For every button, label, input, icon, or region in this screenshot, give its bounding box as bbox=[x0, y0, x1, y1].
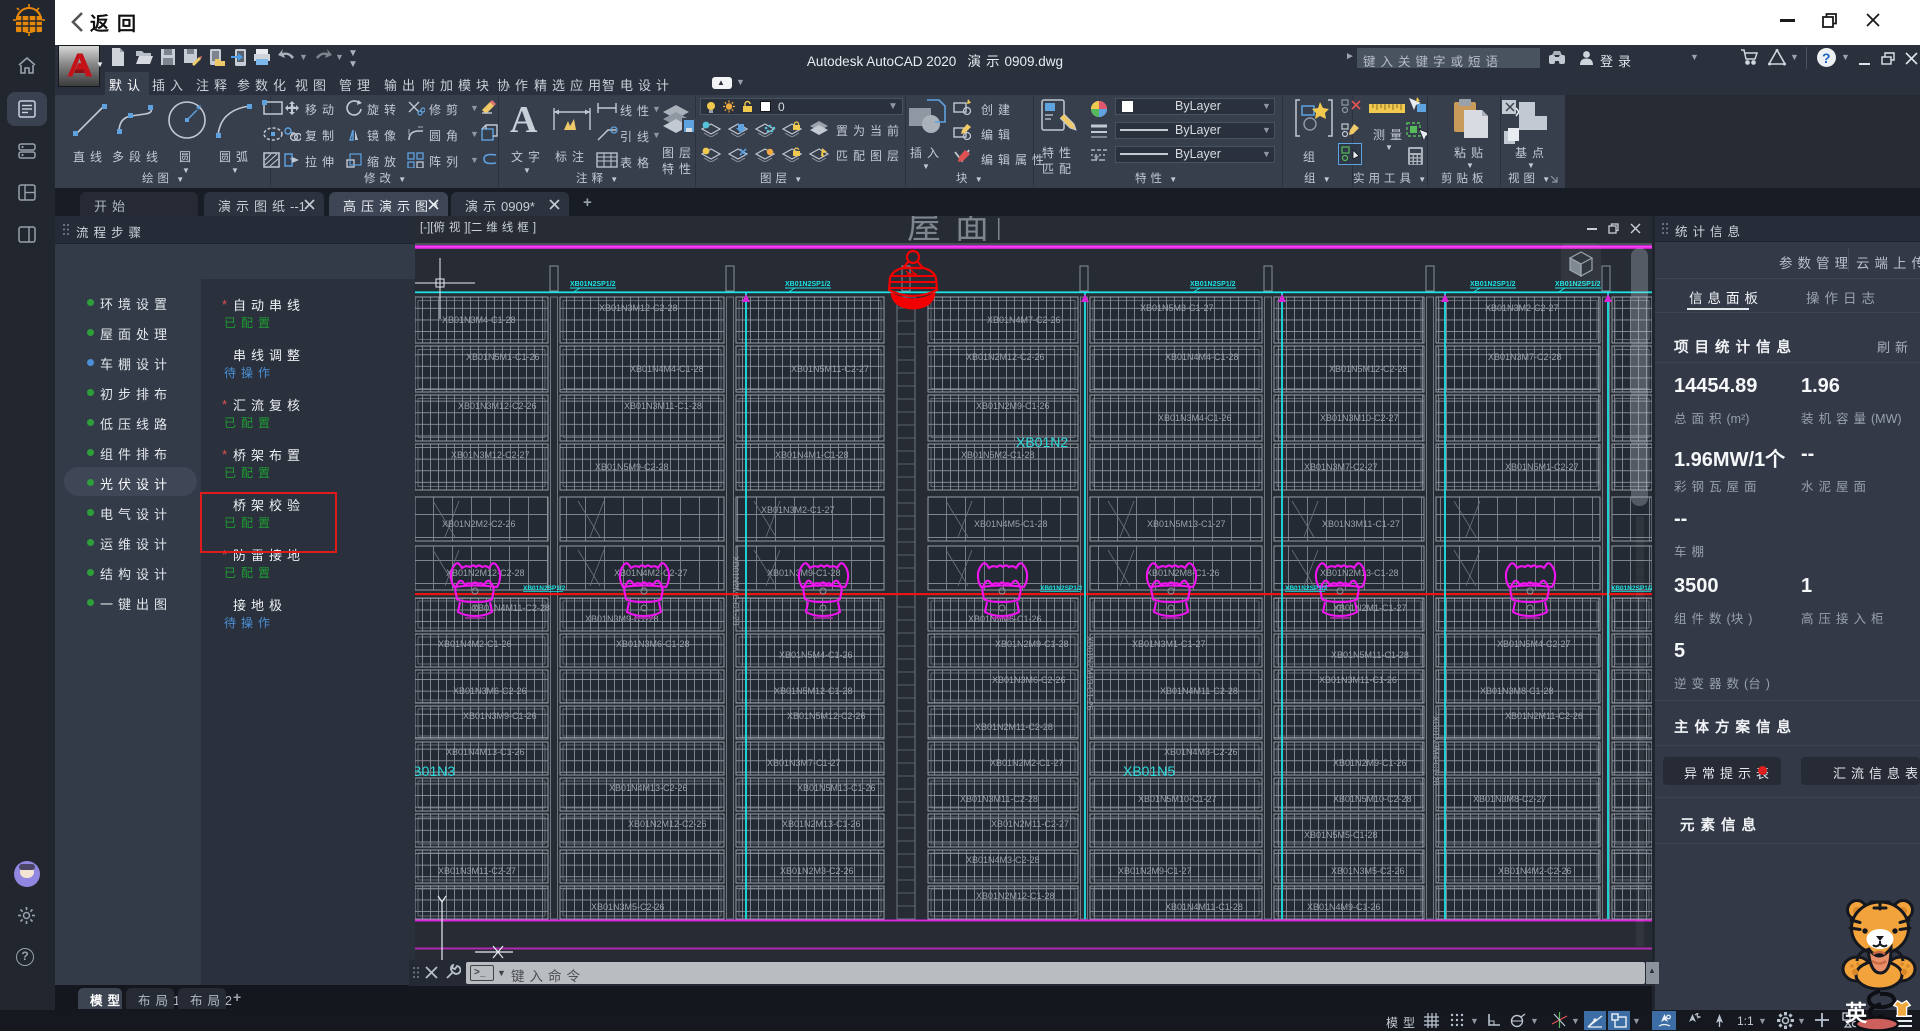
svg-text:XB01N3M9-C1-28: XB01N3M9-C1-28 bbox=[767, 568, 841, 578]
svg-text:屋面: 屋面 bbox=[907, 216, 1003, 246]
svg-text:XB01N4M11-C2-28: XB01N4M11-C2-28 bbox=[472, 603, 550, 613]
svg-text:XB01N2M12-C2-26: XB01N2M12-C2-26 bbox=[628, 819, 707, 829]
svg-text:XB01N5M11-C1-28: XB01N5M11-C1-28 bbox=[1331, 650, 1409, 660]
svg-text:XB01N3: XB01N3 bbox=[415, 763, 455, 779]
svg-text:XB01N3M6-C2-26: XB01N3M6-C2-26 bbox=[992, 675, 1066, 685]
svg-text:XB01N5: XB01N5 bbox=[1123, 763, 1175, 779]
svg-text:XB01N4M7-C2-26: XB01N4M7-C2-26 bbox=[987, 315, 1061, 325]
svg-text:XB01N4M2-C2-26: XB01N4M2-C2-26 bbox=[1498, 866, 1572, 876]
svg-text:XB01N5M1-C1-26: XB01N5M1-C1-26 bbox=[466, 352, 540, 362]
svg-text:XB01N2M12-C2-26: XB01N2M12-C2-26 bbox=[966, 352, 1045, 362]
svg-text:XB01N4M5-C1-28: XB01N4M5-C1-28 bbox=[974, 519, 1048, 529]
svg-text:XB01N5M12-C1-28: XB01N5M12-C1-28 bbox=[774, 686, 853, 696]
svg-text:XB01N4M2-C1-26: XB01N4M2-C1-26 bbox=[438, 639, 512, 649]
svg-text:XB01N3M11-C1-27: XB01N3M11-C1-27 bbox=[1322, 519, 1400, 529]
svg-text:XB01N3M4-C1-26: XB01N3M4-C1-26 bbox=[1158, 413, 1232, 423]
svg-text:XB01N2M11-C2-27: XB01N2M11-C2-27 bbox=[991, 819, 1069, 829]
svg-text:XB01N5M13-C1-26: XB01N5M13-C1-26 bbox=[797, 783, 876, 793]
svg-text:XB01N2SP1/2: XB01N2SP1/2 bbox=[1285, 585, 1328, 592]
svg-text:XB01N3M11-C2-27: XB01N3M11-C2-27 bbox=[438, 866, 516, 876]
svg-text:XB01N2M9-C1-28: XB01N2M9-C1-28 bbox=[995, 639, 1069, 649]
svg-text:XB01N2SP1/2: XB01N2SP1/2 bbox=[523, 585, 566, 592]
svg-text:XB01N4M4-C1-28: XB01N4M4-C1-28 bbox=[1165, 352, 1239, 362]
svg-text:XB01N3M5-C2-26: XB01N3M5-C2-26 bbox=[1331, 866, 1405, 876]
svg-text:XB01N2M9-C1-26: XB01N2M9-C1-26 bbox=[1333, 758, 1407, 768]
svg-text:XB01N4M11-C2-28: XB01N4M11-C2-28 bbox=[1160, 686, 1238, 696]
svg-text:XB01N3M12-C2-26: XB01N3M12-C2-26 bbox=[458, 401, 537, 411]
svg-text:XB01N3M6-C1-28: XB01N3M6-C1-28 bbox=[616, 639, 690, 649]
svg-text:XB01N5M10-C2-28: XB01N5M10-C2-28 bbox=[1333, 794, 1412, 804]
svg-text:XB01N3M4-C1-28: XB01N3M4-C1-28 bbox=[442, 315, 516, 325]
svg-text:XB01N2M12-C2-28: XB01N2M12-C2-28 bbox=[446, 568, 525, 578]
svg-text:XB01N4M13-C1-26: XB01N4M13-C1-26 bbox=[446, 747, 525, 757]
svg-text:XB01N3M1-C1-27: XB01N3M1-C1-27 bbox=[1132, 639, 1206, 649]
svg-text:XB01N2M12-C1-28: XB01N2M12-C1-28 bbox=[976, 891, 1055, 901]
svg-text:XB01N2M9-C1-27: XB01N2M9-C1-27 bbox=[1118, 866, 1192, 876]
svg-text:XB01N2M9-C1-26: XB01N2M9-C1-26 bbox=[976, 401, 1050, 411]
svg-text:XB01N2M11-C2-28: XB01N2M11-C2-28 bbox=[975, 722, 1053, 732]
svg-text:XB01N3M2-C2-27: XB01N3M2-C2-27 bbox=[1485, 303, 1559, 313]
svg-text:XB01N4M11-C1-28: XB01N4M11-C1-28 bbox=[1165, 902, 1243, 912]
svg-text:XB01N2M8-C1-26: XB01N2M8-C1-26 bbox=[1146, 568, 1220, 578]
svg-text:XB01N2M13-C1-26: XB01N2M13-C1-26 bbox=[782, 819, 861, 829]
svg-text:XB01N3M7-C1-27: XB01N3M7-C1-27 bbox=[767, 758, 841, 768]
svg-text:XB01N5M11-C2-27: XB01N5M11-C2-27 bbox=[791, 364, 869, 374]
svg-text:XB01N4M13-C2-26: XB01N4M13-C2-26 bbox=[609, 783, 688, 793]
svg-text:XB01N3M4-C1-28: XB01N3M4-C1-28 bbox=[1431, 716, 1441, 786]
svg-text:XB01N5M1-C2-27: XB01N5M1-C2-27 bbox=[1505, 462, 1579, 472]
svg-text:XB01N3M2-C1-27: XB01N3M2-C1-27 bbox=[761, 505, 835, 515]
svg-text:XB01N2SP1/2: XB01N2SP1/2 bbox=[570, 281, 616, 288]
svg-text:XB01N5M12-C2-28: XB01N5M12-C2-28 bbox=[1329, 364, 1408, 374]
svg-text:XB01N4M9-C1-26: XB01N4M9-C1-26 bbox=[1307, 902, 1381, 912]
svg-text:XB01N3M11-C1-26: XB01N3M11-C1-26 bbox=[1319, 675, 1397, 685]
svg-text:XB01N5M12-C2-26: XB01N5M12-C2-26 bbox=[787, 711, 866, 721]
svg-text:XB01N2SP1/2: XB01N2SP1/2 bbox=[1040, 585, 1083, 592]
svg-text:XB01N3M9-C1-26: XB01N3M9-C1-26 bbox=[463, 711, 537, 721]
svg-text:XB01N4M4-C1-28: XB01N4M4-C1-28 bbox=[630, 364, 704, 374]
svg-text:XB01N3M5-C2-26: XB01N3M5-C2-26 bbox=[591, 902, 665, 912]
svg-text:XB01N3M8-C2-27: XB01N3M8-C2-27 bbox=[1473, 794, 1547, 804]
svg-text:XB01N2SP1/2: XB01N2SP1/2 bbox=[785, 281, 831, 288]
svg-text:XB01N2M6-C1-28: XB01N2M6-C1-28 bbox=[731, 556, 741, 626]
svg-text:XB01N4M3-C2-28: XB01N4M3-C2-28 bbox=[966, 855, 1040, 865]
svg-text:XB01N2M13-C1-28: XB01N2M13-C1-28 bbox=[1320, 568, 1399, 578]
svg-text:XB01N2M11-C2-26: XB01N2M11-C2-26 bbox=[1505, 711, 1583, 721]
svg-text:XB01N3M11-C1-28: XB01N3M11-C1-28 bbox=[624, 401, 702, 411]
svg-text:XB01N4M1-C1-28: XB01N4M1-C1-28 bbox=[775, 450, 849, 460]
svg-text:XB01N4M3-C2-26: XB01N4M3-C2-26 bbox=[1164, 747, 1238, 757]
svg-text:XB01N4M2-C2-27: XB01N4M2-C2-27 bbox=[614, 568, 688, 578]
svg-text:XB01N2M1-C1-27: XB01N2M1-C1-27 bbox=[1333, 603, 1407, 613]
svg-text:XB01N3M7-C2-27: XB01N3M7-C2-27 bbox=[1304, 462, 1378, 472]
svg-text:XB01N2SP1/2: XB01N2SP1/2 bbox=[1190, 281, 1236, 288]
svg-text:XB01N3M6-C2-26: XB01N3M6-C2-26 bbox=[453, 686, 527, 696]
svg-text:XB01N5M13-C1-27: XB01N5M13-C1-27 bbox=[1147, 519, 1226, 529]
svg-text:XB01N3M12-C2-27: XB01N3M12-C2-27 bbox=[451, 450, 530, 460]
svg-text:XB01N2M2-C2-26: XB01N2M2-C2-26 bbox=[442, 519, 516, 529]
svg-text:XB01N5M4-C1-26: XB01N5M4-C1-26 bbox=[779, 650, 853, 660]
svg-text:XB01N5M5-C1-28: XB01N5M5-C1-28 bbox=[1304, 830, 1378, 840]
svg-text:XB01N2M13-C1-26: XB01N2M13-C1-26 bbox=[1085, 636, 1095, 710]
svg-text:XB01N2M2-C1-27: XB01N2M2-C1-27 bbox=[990, 758, 1064, 768]
svg-text:XB01N5M2-C1-28: XB01N5M2-C1-28 bbox=[961, 450, 1035, 460]
svg-text:XB01N5M10-C1-27: XB01N5M10-C1-27 bbox=[1138, 794, 1217, 804]
svg-text:XB01N3M12-C2-28: XB01N3M12-C2-28 bbox=[599, 303, 678, 313]
svg-text:XB01N5M4-C2-27: XB01N5M4-C2-27 bbox=[1497, 639, 1571, 649]
svg-text:XB01N2M3-C2-26: XB01N2M3-C2-26 bbox=[780, 866, 854, 876]
svg-text:XB01N2SP1/2: XB01N2SP1/2 bbox=[1470, 281, 1516, 288]
svg-text:XB01N3M11-C2-28: XB01N3M11-C2-28 bbox=[960, 794, 1038, 804]
svg-text:XB01N5M9-C2-28: XB01N5M9-C2-28 bbox=[595, 462, 669, 472]
svg-text:XB01N3M7-C2-28: XB01N3M7-C2-28 bbox=[1488, 352, 1562, 362]
svg-text:XB01N2: XB01N2 bbox=[1016, 434, 1068, 450]
svg-text:XB01N3M10-C2-27: XB01N3M10-C2-27 bbox=[1320, 413, 1399, 423]
svg-text:XB01N2SP1/2: XB01N2SP1/2 bbox=[1611, 585, 1652, 592]
svg-text:XB01N3M8-C1-28: XB01N3M8-C1-28 bbox=[1480, 686, 1554, 696]
svg-text:XB01N5M3-C1-27: XB01N5M3-C1-27 bbox=[1140, 303, 1214, 313]
